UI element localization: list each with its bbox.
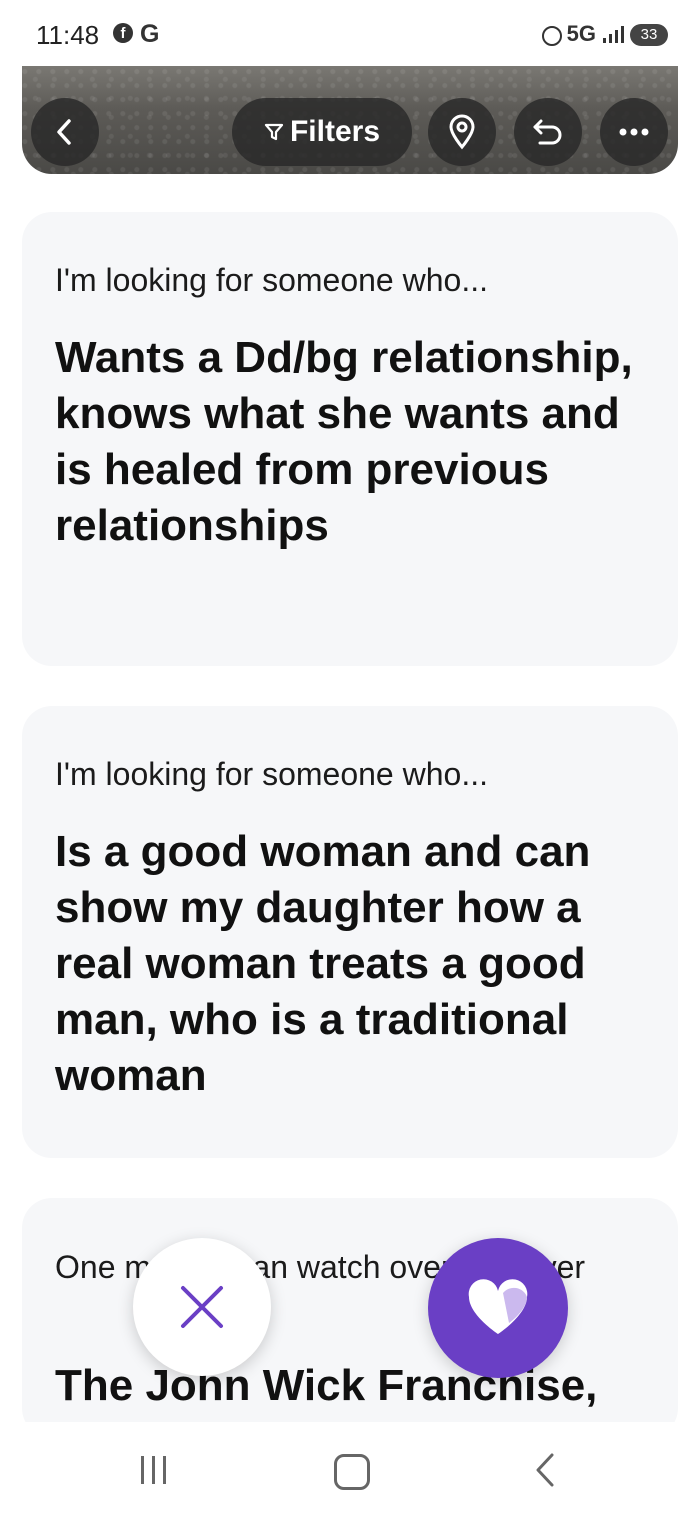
undo-button[interactable] <box>514 98 582 166</box>
nav-back-icon[interactable] <box>530 1450 560 1490</box>
status-time: 11:48 <box>36 20 100 50</box>
hotspot-icon <box>542 26 562 46</box>
filters-label: Filters <box>289 115 381 148</box>
network-type: 5G <box>566 21 596 46</box>
undo-icon <box>533 119 562 145</box>
prompt-card[interactable]: I'm looking for someone who... Wants a D… <box>22 212 678 666</box>
heart-icon <box>468 1279 528 1334</box>
signal-icon <box>603 26 624 43</box>
close-x-icon <box>181 1286 223 1328</box>
battery-indicator: 33 <box>630 24 668 46</box>
chevron-left-icon <box>57 119 71 145</box>
more-dots-icon <box>619 128 649 136</box>
more-options-button[interactable] <box>600 98 668 166</box>
location-pin-icon <box>449 114 475 150</box>
prompt-question: I'm looking for someone who... <box>55 756 488 792</box>
facebook-notification-icon: f <box>113 23 133 43</box>
google-notification-icon: G <box>140 20 160 48</box>
prompt-answer: Is a good woman and can show my daughter… <box>55 827 591 1100</box>
recent-apps-icon[interactable] <box>136 1452 172 1488</box>
prompt-answer: The John Wick Franchise, <box>55 1361 598 1410</box>
status-bar: 11:48 f G 5G 33 <box>0 0 700 66</box>
prompt-card[interactable]: One movie I can watch over and over The … <box>22 1198 678 1438</box>
prompt-card[interactable]: I'm looking for someone who... Is a good… <box>22 706 678 1158</box>
location-button[interactable] <box>428 98 496 166</box>
like-button[interactable] <box>428 1238 568 1378</box>
filters-button[interactable]: Filters <box>232 98 412 166</box>
prompt-question: I'm looking for someone who... <box>55 262 488 298</box>
home-icon[interactable] <box>334 1454 370 1490</box>
prompt-answer: Wants a Dd/bg relationship, knows what s… <box>55 333 633 550</box>
back-button[interactable] <box>31 98 99 166</box>
filter-icon <box>264 123 284 141</box>
pass-button[interactable] <box>133 1238 271 1376</box>
